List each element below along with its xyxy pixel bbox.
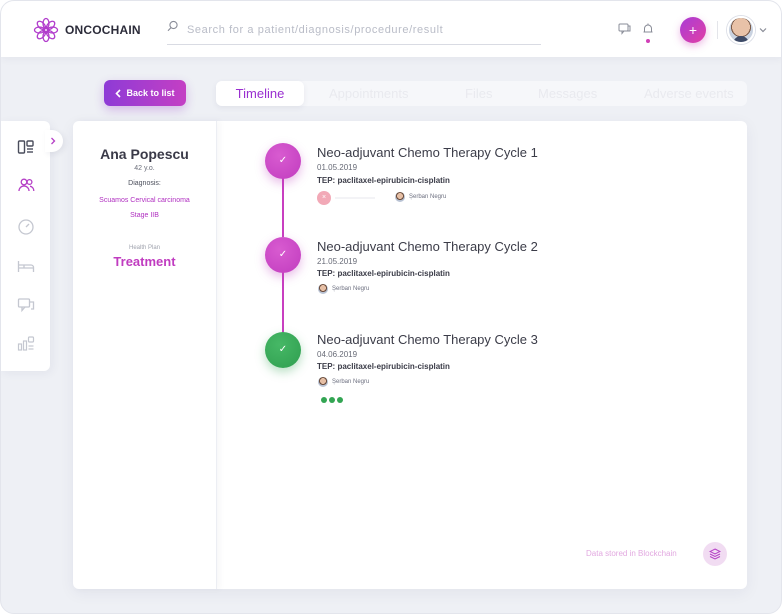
event-title[interactable]: Neo-adjuvant Chemo Therapy Cycle 1 <box>317 145 538 160</box>
tab-adverse-events[interactable]: Adverse events <box>644 86 734 101</box>
brand-name: ONCOCHAIN <box>65 23 141 37</box>
avatar-shirt <box>733 36 749 42</box>
diagnosis-text: Scuamos Cervical carcinoma Stage IIB <box>73 193 216 223</box>
progress-dot <box>337 397 343 403</box>
doctor-tag[interactable]: Șerban Negru <box>318 284 369 294</box>
tab-timeline[interactable]: Timeline <box>216 81 304 106</box>
diagnosis-label: Diagnosis: <box>128 180 161 187</box>
statistics-icon[interactable] <box>17 334 35 352</box>
bell-icon[interactable] <box>641 22 655 36</box>
status-bar <box>335 197 375 199</box>
doctor-avatar <box>318 284 328 294</box>
event-date: 21.05.2019 <box>317 257 358 266</box>
doctor-tag[interactable]: Șerban Negru <box>395 192 446 202</box>
brand-logo[interactable]: ONCOCHAIN <box>33 17 141 43</box>
header-divider <box>717 21 718 39</box>
doctor-name: Șerban Negru <box>332 379 370 385</box>
sidebar-rail <box>1 121 50 371</box>
patients-icon[interactable] <box>17 176 35 194</box>
chat-icon[interactable] <box>618 22 632 36</box>
status-x-icon[interactable]: × <box>317 191 331 205</box>
in-progress-indicator <box>321 397 345 403</box>
tab-files[interactable]: Files <box>465 86 492 101</box>
search-icon <box>167 20 178 32</box>
search-input[interactable] <box>187 19 537 41</box>
event-date: 04.06.2019 <box>317 350 358 359</box>
timeline-node-completed[interactable]: ✓ <box>265 237 301 273</box>
sidebar-toggle[interactable] <box>45 130 63 152</box>
back-to-list-label: Back to list <box>126 88 175 98</box>
event-tep: TEP: paclitaxel-epirubicin-cisplatin <box>317 176 450 185</box>
diagnosis-stage: Stage IIB <box>130 212 159 219</box>
tab-bar: Timeline Appointments Files Messages Adv… <box>216 81 747 106</box>
blockchain-label: Data stored in Blockchain <box>586 549 677 558</box>
event-title[interactable]: Neo-adjuvant Chemo Therapy Cycle 2 <box>317 239 538 254</box>
timeline-node-completed[interactable]: ✓ <box>265 143 301 179</box>
patient-panel: Ana Popescu 42 y.o. Diagnosis: Scuamos C… <box>73 121 217 589</box>
search-bar <box>167 19 541 45</box>
tab-appointments[interactable]: Appointments <box>329 86 409 101</box>
doctor-avatar <box>395 192 405 202</box>
blockchain-button[interactable] <box>703 542 727 566</box>
chevron-left-icon <box>115 88 122 98</box>
diagnosis-name: Scuamos Cervical carcinoma <box>99 197 190 204</box>
gauge-icon[interactable] <box>17 218 35 236</box>
app-window: ONCOCHAIN + <box>0 0 782 614</box>
progress-dot <box>321 397 327 403</box>
doctor-tag[interactable]: Șerban Negru <box>318 377 369 387</box>
event-tep: TEP: paclitaxel-epirubicin-cisplatin <box>317 362 450 371</box>
timeline-connector <box>282 177 284 237</box>
event-date: 01.05.2019 <box>317 163 358 172</box>
add-button[interactable]: + <box>680 17 706 43</box>
doctor-name: Șerban Negru <box>409 194 447 200</box>
health-plan-value: Treatment <box>113 254 176 269</box>
doctor-name: Șerban Negru <box>332 286 370 292</box>
progress-dot <box>329 397 335 403</box>
tab-messages[interactable]: Messages <box>538 86 597 101</box>
chevron-right-icon <box>51 137 56 145</box>
back-to-list-button[interactable]: Back to list <box>104 80 186 106</box>
health-plan-label: Health Plan <box>128 245 161 251</box>
doctor-avatar <box>318 377 328 387</box>
patient-name: Ana Popescu <box>100 146 189 162</box>
event-title[interactable]: Neo-adjuvant Chemo Therapy Cycle 3 <box>317 332 538 347</box>
dashboard-icon[interactable] <box>17 138 35 156</box>
user-avatar[interactable] <box>727 16 755 44</box>
timeline-connector <box>282 271 284 333</box>
timeline-node-active[interactable]: ✓ <box>265 332 301 368</box>
layers-icon <box>709 548 721 560</box>
patient-age: 42 y.o. <box>134 165 155 172</box>
bed-icon[interactable] <box>17 257 35 275</box>
top-bar: ONCOCHAIN + <box>1 1 781 57</box>
event-tep: TEP: paclitaxel-epirubicin-cisplatin <box>317 269 450 278</box>
notification-badge <box>646 39 650 43</box>
messages-icon[interactable] <box>17 296 35 314</box>
chevron-down-icon[interactable] <box>759 27 767 33</box>
logo-icon <box>33 17 59 43</box>
